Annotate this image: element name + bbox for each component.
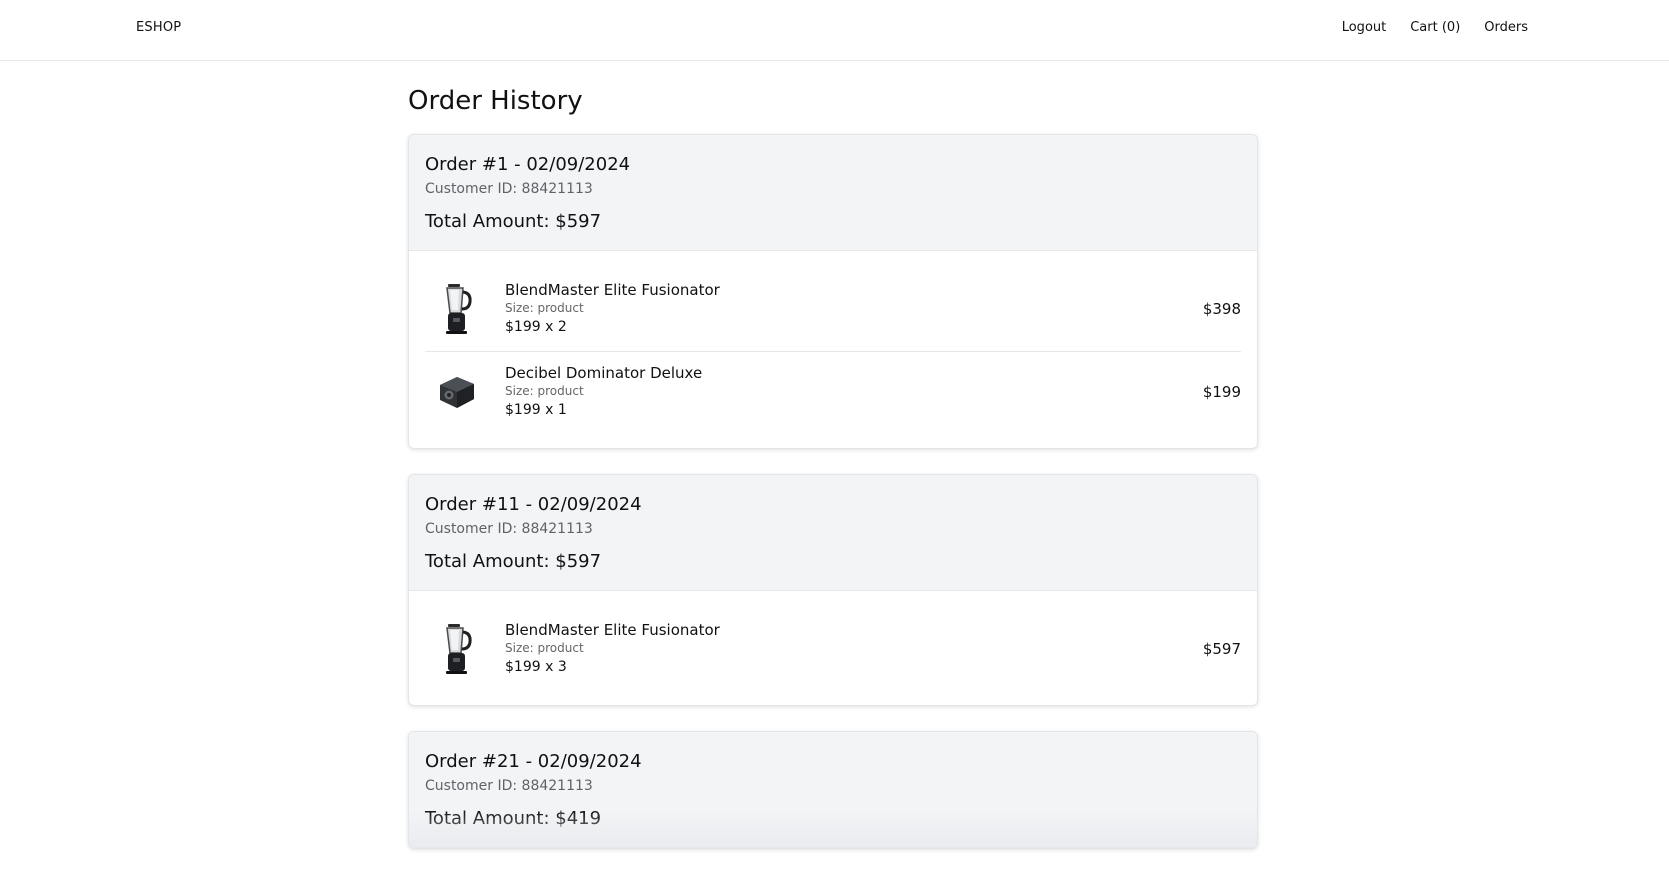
item-size: Size: product — [505, 384, 584, 398]
item-quantity-price: $199 x 1 — [505, 402, 567, 418]
order-header: Order #1 - 02/09/2024 Customer ID: 88421… — [409, 135, 1257, 251]
order-title: Order #1 - 02/09/2024 — [425, 154, 631, 175]
top-navigation-bar: ESHOP Logout Cart (0) Orders — [0, 0, 1669, 61]
item-total-price: $398 — [1202, 300, 1241, 318]
customer-id: Customer ID: 88421113 — [425, 181, 593, 197]
item-details: BlendMaster Elite Fusionator Size: produ… — [505, 281, 1187, 337]
item-details: BlendMaster Elite Fusionator Size: produ… — [505, 621, 1187, 677]
item-name: Decibel Dominator Deluxe — [505, 364, 703, 382]
order-title: Order #21 - 02/09/2024 — [425, 751, 642, 772]
orders-list: Order #1 - 02/09/2024 Customer ID: 88421… — [408, 134, 1258, 849]
order-total: Total Amount: $597 — [425, 551, 602, 572]
blender-icon — [425, 277, 489, 341]
item-details: Decibel Dominator Deluxe Size: product $… — [505, 364, 1187, 420]
blender-icon — [446, 624, 472, 674]
order-item: BlendMaster Elite Fusionator Size: produ… — [425, 609, 1241, 691]
order-total: Total Amount: $597 — [425, 211, 602, 232]
item-total-price: $199 — [1202, 383, 1241, 401]
item-size: Size: product — [505, 301, 584, 315]
blender-icon — [425, 617, 489, 681]
item-name: BlendMaster Elite Fusionator — [505, 281, 720, 299]
speaker-icon — [425, 360, 489, 424]
order-item: BlendMaster Elite Fusionator Size: produ… — [425, 269, 1241, 352]
primary-nav: Logout Cart (0) Orders — [1342, 20, 1528, 35]
order-items: BlendMaster Elite Fusionator Size: produ… — [409, 591, 1257, 705]
order-item: Decibel Dominator Deluxe Size: product $… — [425, 352, 1241, 434]
item-name: BlendMaster Elite Fusionator — [505, 621, 720, 639]
item-quantity-price: $199 x 3 — [505, 659, 567, 675]
order-card: Order #11 - 02/09/2024 Customer ID: 8842… — [408, 474, 1258, 706]
item-quantity-price: $199 x 2 — [505, 319, 567, 335]
page-title: Order History — [408, 86, 583, 116]
order-history-page: Order History Order #1 - 02/09/2024 Cust… — [408, 84, 1258, 874]
item-total-price: $597 — [1202, 640, 1241, 658]
order-items: BlendMaster Elite Fusionator Size: produ… — [409, 251, 1257, 448]
brand-link[interactable]: ESHOP — [136, 20, 181, 35]
item-size: Size: product — [505, 641, 584, 655]
order-header: Order #11 - 02/09/2024 Customer ID: 8842… — [409, 475, 1257, 591]
cart-link[interactable]: Cart (0) — [1410, 20, 1460, 35]
speaker-icon — [440, 377, 474, 408]
orders-link[interactable]: Orders — [1484, 20, 1528, 35]
customer-id: Customer ID: 88421113 — [425, 778, 593, 794]
blender-icon — [446, 284, 472, 334]
order-card: Order #21 - 02/09/2024 Customer ID: 8842… — [408, 731, 1258, 849]
order-card: Order #1 - 02/09/2024 Customer ID: 88421… — [408, 134, 1258, 449]
customer-id: Customer ID: 88421113 — [425, 521, 593, 537]
logout-link[interactable]: Logout — [1342, 20, 1387, 35]
order-title: Order #11 - 02/09/2024 — [425, 494, 642, 515]
order-total: Total Amount: $419 — [425, 808, 602, 829]
